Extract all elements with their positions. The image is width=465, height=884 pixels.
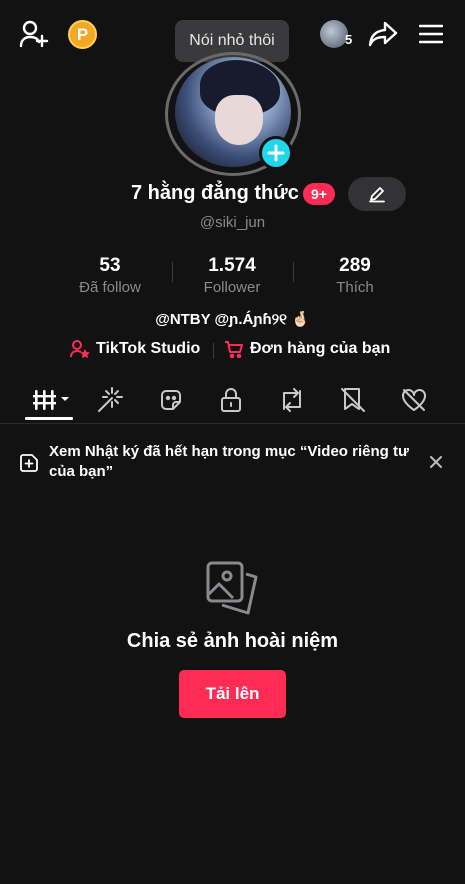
divider (293, 262, 294, 282)
tiktok-studio-label: TikTok Studio (96, 340, 201, 357)
edit-profile-button[interactable] (348, 177, 406, 211)
cart-icon (225, 341, 243, 358)
sticker-icon (161, 390, 181, 410)
tab-reposts[interactable] (87, 380, 133, 420)
tiktok-studio-link[interactable]: TikTok Studio (70, 340, 200, 358)
notice-text: Xem Nhật ký đã hết hạn trong mục “Video … (49, 443, 409, 480)
upload-button[interactable]: Tải lên (179, 670, 286, 718)
coin-letter: P (76, 24, 89, 44)
stat-following[interactable]: 53 Đã follow (50, 255, 170, 296)
stat-label: Thích (336, 279, 374, 296)
repost-icon (283, 388, 301, 412)
bio: @NTBY @ɲ.Áɲɦ୨୧ 🤞🏻 (155, 311, 310, 328)
stat-value: 53 (99, 255, 121, 276)
sparkle-icon (98, 387, 123, 412)
bookmark-hidden-icon (341, 388, 365, 412)
menu-icon[interactable] (418, 22, 444, 46)
avatar-face (215, 95, 263, 145)
tooltip-text: Nói nhỏ thôi (189, 32, 275, 49)
stat-label: Follower (203, 279, 261, 296)
display-name: 7 hằng đẳng thức (131, 182, 299, 204)
photos-icon (206, 561, 258, 615)
notification-badge[interactable]: 9+ (303, 183, 335, 205)
close-icon[interactable] (426, 452, 446, 472)
divider (213, 343, 214, 359)
name-row: 7 hằng đẳng thức 9+ (0, 177, 465, 211)
tab-private[interactable] (208, 380, 254, 420)
add-story-icon (20, 454, 38, 472)
stat-followers[interactable]: 1.574 Follower (172, 255, 292, 296)
empty-state-title: Chia sẻ ảnh hoài niệm (126, 630, 339, 652)
tab-favorites-hidden[interactable] (330, 380, 376, 420)
grid-icon (33, 390, 69, 410)
share-icon[interactable] (367, 20, 399, 48)
expired-diary-notice[interactable]: Xem Nhật ký đã hết hạn trong mục “Video … (0, 438, 465, 488)
tab-liked-hidden[interactable] (391, 380, 437, 420)
coin-icon[interactable]: P (68, 20, 97, 49)
friends-count: 5 (345, 32, 353, 47)
orders-link[interactable]: Đơn hàng của bạn (224, 340, 390, 358)
creator-icon (70, 340, 90, 358)
add-story-button[interactable] (259, 136, 293, 170)
username: @siki_jun (199, 214, 266, 231)
stat-value: 1.574 (208, 255, 256, 276)
add-friend-icon[interactable] (18, 19, 50, 49)
tab-videos[interactable] (26, 380, 76, 420)
stat-value: 289 (339, 255, 371, 276)
lock-icon (221, 388, 241, 412)
links-row: TikTok Studio Đơn hàng của bạn (0, 340, 465, 362)
stat-likes[interactable]: 289 Thích (295, 255, 415, 296)
tab-stickers[interactable] (148, 380, 194, 420)
friends-avatar[interactable] (320, 20, 348, 48)
active-tab-indicator (25, 417, 73, 420)
orders-label: Đơn hàng của bạn (250, 340, 391, 357)
heart-hidden-icon (402, 389, 426, 411)
tab-repost[interactable] (269, 380, 315, 420)
stat-label: Đã follow (79, 279, 141, 296)
pencil-icon (369, 187, 385, 203)
